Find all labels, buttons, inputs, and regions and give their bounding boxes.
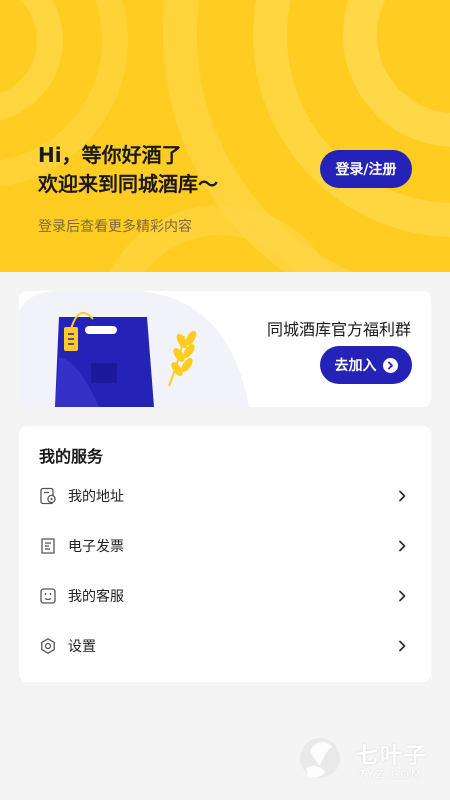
chevron-right-icon bbox=[399, 590, 406, 602]
profile-header: Hi，等你好酒了 欢迎来到同城酒库～ 登录后查看更多精彩内容 登录/注册 bbox=[0, 0, 450, 272]
shopping-bag-illustration bbox=[19, 291, 249, 407]
chevron-right-icon bbox=[399, 490, 406, 502]
chevron-right-icon bbox=[399, 640, 406, 652]
service-item-customer-service[interactable]: 我的客服 bbox=[19, 571, 431, 621]
greeting-line-1: Hi，等你好酒了 bbox=[38, 143, 182, 167]
service-item-settings[interactable]: 设置 bbox=[19, 621, 431, 671]
login-register-button[interactable]: 登录/注册 bbox=[320, 150, 412, 188]
service-item-invoice[interactable]: 电子发票 bbox=[19, 521, 431, 571]
arrow-right-icon bbox=[382, 357, 398, 373]
greeting-line-2: 欢迎来到同城酒库～ bbox=[38, 172, 218, 196]
chevron-right-icon bbox=[399, 540, 406, 552]
my-services-card: 我的服务 我的地址 电子发票 我的客服 设置 bbox=[19, 426, 431, 682]
invoice-icon bbox=[41, 538, 55, 554]
service-label-address: 我的地址 bbox=[68, 489, 124, 505]
watermark-subtext: 7YZ.COM bbox=[358, 768, 423, 781]
customer-service-icon bbox=[40, 588, 56, 604]
join-button-label: 去加入 bbox=[334, 358, 377, 374]
service-label-customer-service: 我的客服 bbox=[68, 589, 124, 605]
settings-icon bbox=[41, 638, 55, 654]
services-title: 我的服务 bbox=[39, 447, 104, 466]
login-hint: 登录后查看更多精彩内容 bbox=[38, 219, 192, 235]
join-group-button[interactable]: 去加入 bbox=[320, 346, 412, 384]
watermark-text: 七叶子 bbox=[356, 744, 429, 769]
service-label-settings: 设置 bbox=[68, 639, 96, 655]
service-label-invoice: 电子发票 bbox=[68, 539, 124, 555]
welfare-group-card[interactable]: 同城酒库官方福利群 去加入 bbox=[19, 291, 431, 407]
welfare-group-title: 同城酒库官方福利群 bbox=[266, 320, 411, 339]
address-icon bbox=[40, 487, 56, 505]
greeting-text: Hi，等你好酒了 欢迎来到同城酒库～ bbox=[38, 141, 218, 199]
service-item-address[interactable]: 我的地址 bbox=[19, 471, 431, 521]
